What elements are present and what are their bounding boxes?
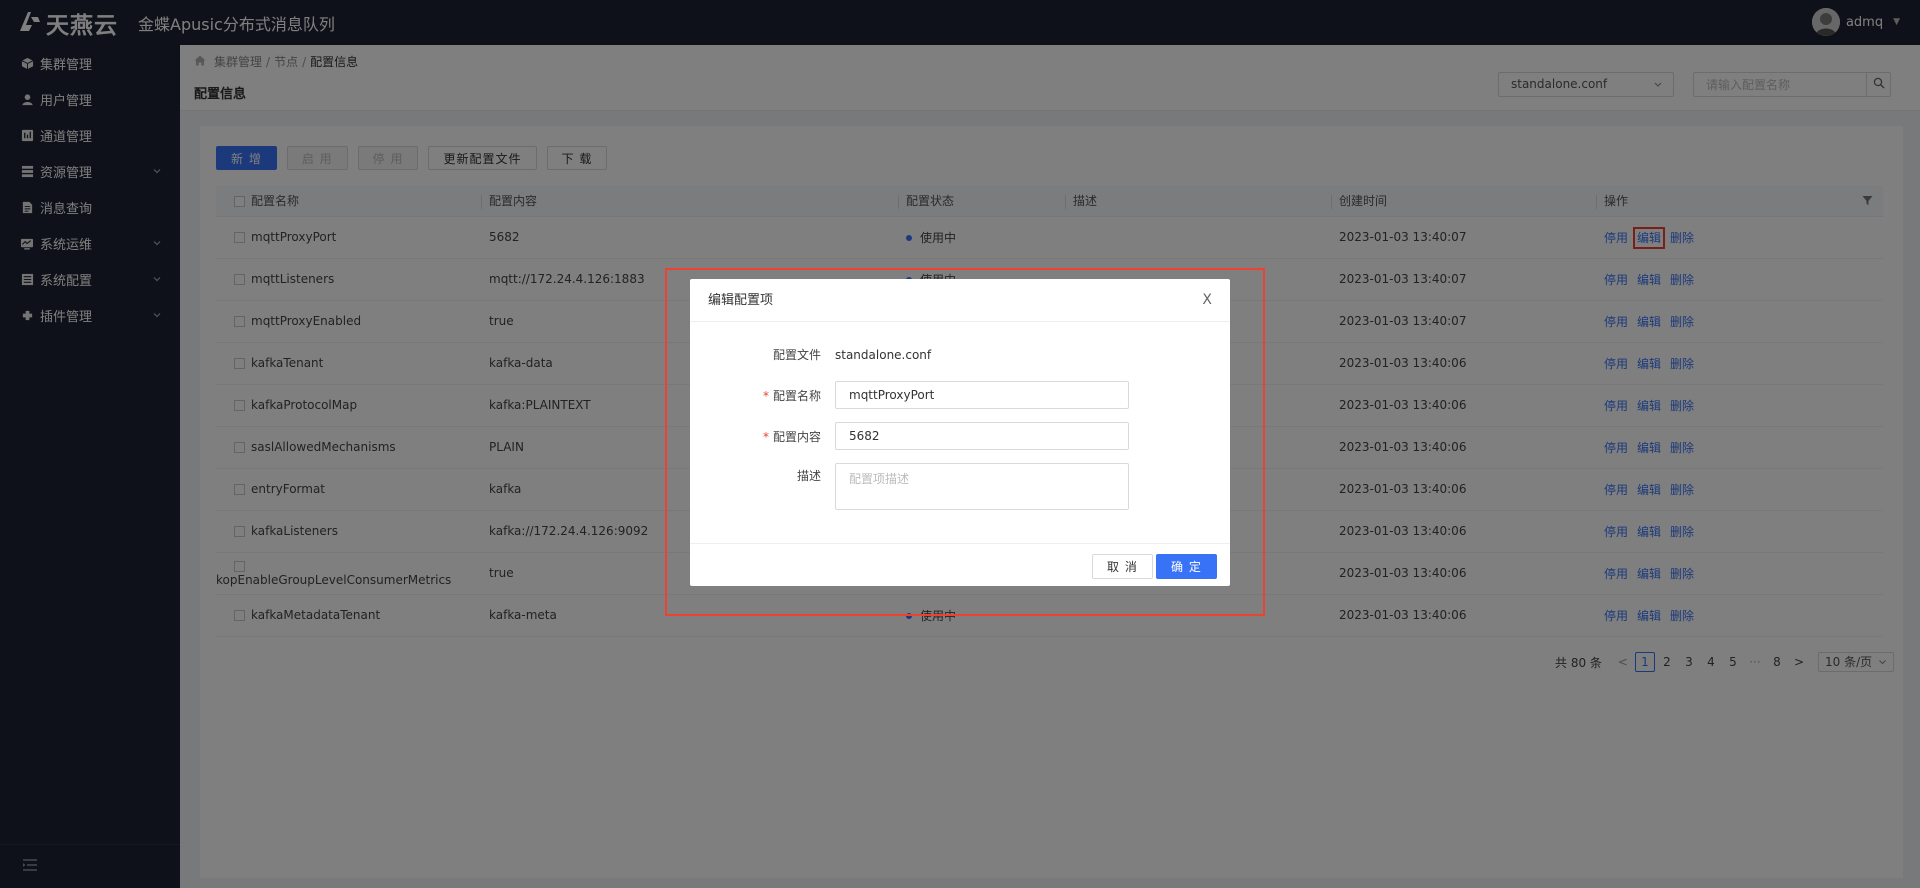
config-desc-textarea[interactable]	[835, 463, 1129, 510]
form-row-file: 配置文件 standalone.conf	[690, 346, 931, 363]
cancel-button[interactable]: 取 消	[1092, 554, 1153, 579]
config-content-input[interactable]	[835, 422, 1129, 450]
close-icon[interactable]: X	[1202, 279, 1212, 322]
modal-header: 编辑配置项 X	[690, 279, 1230, 322]
form-row-desc: 描述	[690, 463, 1129, 510]
config-name-label: * 配置名称	[762, 388, 821, 403]
form-row-content: * 配置内容	[690, 422, 1129, 450]
config-file-value: standalone.conf	[835, 347, 932, 362]
modal-title: 编辑配置项	[708, 293, 774, 308]
config-content-label: * 配置内容	[762, 429, 821, 444]
config-name-input[interactable]	[835, 381, 1129, 409]
confirm-button[interactable]: 确 定	[1156, 554, 1217, 579]
config-desc-label: 描述	[796, 469, 821, 483]
config-file-label: 配置文件	[772, 348, 821, 362]
modal-footer: 取 消 确 定	[690, 543, 1230, 586]
form-row-name: * 配置名称	[690, 381, 1129, 409]
edit-config-modal: 编辑配置项 X 配置文件 standalone.conf *配置名称 *配置内容…	[690, 279, 1230, 586]
